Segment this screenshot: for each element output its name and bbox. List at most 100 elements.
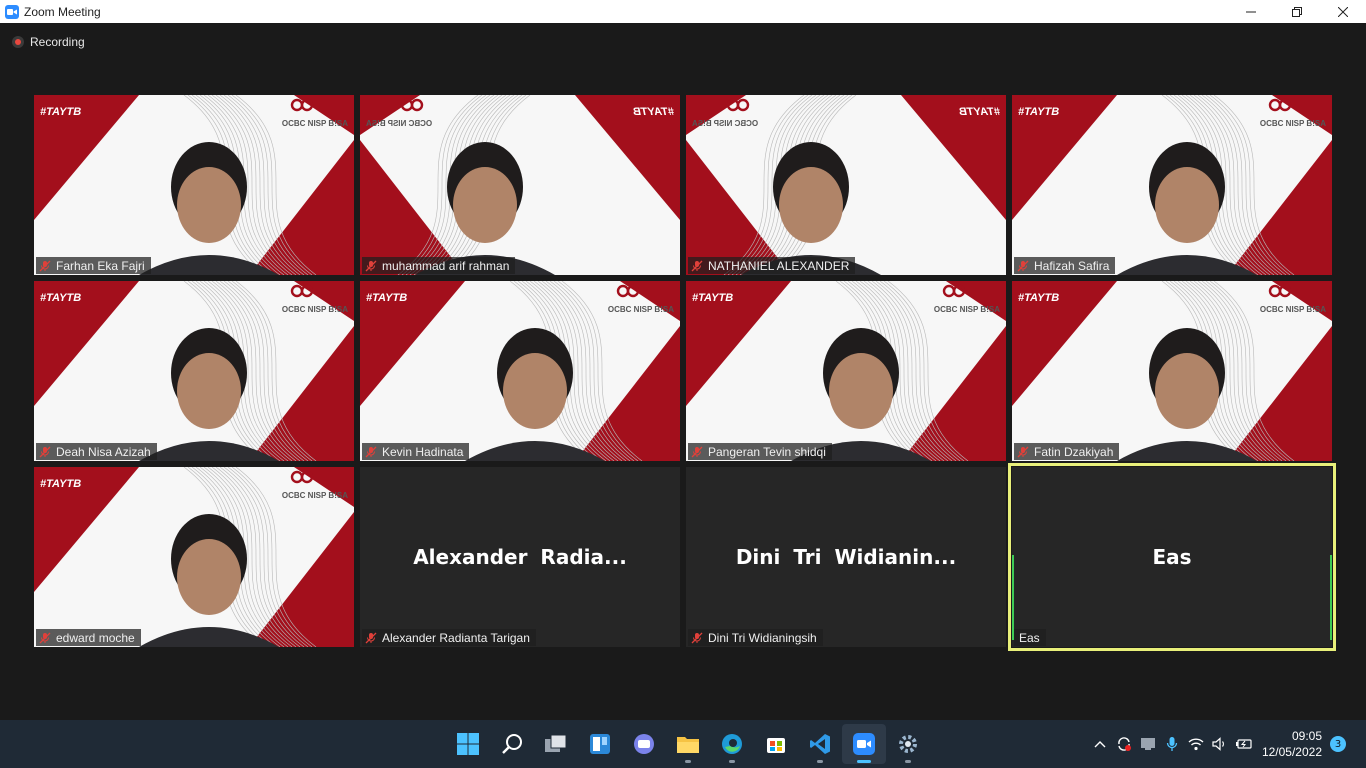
participant-name-tag: Kevin Hadinata [362, 443, 470, 460]
background-tag-text: #TAYTB [40, 292, 82, 304]
participant-name-tag: Eas [1014, 629, 1046, 646]
task-view-icon [544, 733, 568, 755]
participant-name: Farhan Eka Fajri [56, 258, 145, 273]
participant-name: Deah Nisa Azizah [56, 444, 151, 459]
participant-name-tag: Dini Tri Widianingsih [688, 629, 823, 646]
wifi-icon[interactable] [1184, 732, 1208, 756]
taskbar-task-view-button[interactable] [534, 724, 578, 764]
participant-tile[interactable]: OCBC NISP B!SA #TAYTB NATHANIEL ALEXANDER [686, 95, 1006, 275]
background-tag-text: #TAYTB [632, 106, 674, 118]
participant-tile[interactable]: OCBC NISP B!SA #TAYTB Kevin Hadinata [360, 281, 680, 461]
participant-name-tag: Pangeran Tevin shidqi [688, 443, 832, 460]
background-tag-text: #TAYTB [40, 106, 82, 118]
mic-off-icon [1017, 260, 1029, 272]
participant-tile[interactable]: OCBC NISP B!SA #TAYTB Fatin Dzakiyah [1012, 281, 1332, 461]
recording-indicator[interactable]: Recording [12, 35, 85, 49]
settings-icon [897, 733, 919, 755]
volume-icon[interactable] [1208, 732, 1232, 756]
taskbar-windows-start-button[interactable] [446, 724, 490, 764]
close-button[interactable] [1320, 0, 1366, 23]
running-indicator [729, 760, 735, 763]
background-brand-text: OCBC NISP B!SA [1259, 305, 1326, 314]
notification-badge[interactable]: 3 [1330, 736, 1346, 752]
taskbar-zoom-button[interactable] [842, 724, 886, 764]
background-brand-text: OCBC NISP B!SA [607, 305, 674, 314]
vscode-icon [809, 733, 831, 755]
participant-name-tag: NATHANIEL ALEXANDER [688, 257, 856, 274]
mic-off-icon [1017, 446, 1029, 458]
running-indicator [905, 760, 911, 763]
display-icon[interactable] [1136, 732, 1160, 756]
taskbar-settings-button[interactable] [886, 724, 930, 764]
taskbar-vscode-button[interactable] [798, 724, 842, 764]
search-icon [501, 733, 523, 755]
zoom-icon [853, 733, 875, 755]
participant-tile[interactable]: OCBC NISP B!SA #TAYTB Hafizah Safira [1012, 95, 1332, 275]
microphone-icon[interactable] [1160, 732, 1184, 756]
taskbar: 09:05 12/05/2022 3 [0, 720, 1366, 768]
participant-name: muhammad arif rahman [382, 258, 510, 273]
window-title: Zoom Meeting [24, 4, 101, 19]
video-gallery: OCBC NISP B!SA #TAYTB Farhan Eka Fajri OCB… [34, 95, 1336, 651]
mic-off-icon [691, 632, 703, 644]
taskbar-edge-button[interactable] [710, 724, 754, 764]
recording-label: Recording [30, 35, 85, 49]
minimize-icon [1246, 11, 1256, 12]
widgets-icon [589, 733, 611, 755]
background-brand-text: OCBC NISP B!SA [692, 119, 759, 128]
background-tag-text: #TAYTB [366, 292, 408, 304]
sync-icon[interactable] [1112, 732, 1136, 756]
participant-name-tag: Farhan Eka Fajri [36, 257, 151, 274]
background-tag-text: #TAYTB [958, 106, 1000, 118]
participant-name: NATHANIEL ALEXANDER [708, 258, 850, 273]
chevron-up-icon[interactable] [1088, 732, 1112, 756]
participant-name-tag: edward moche [36, 629, 141, 646]
mic-off-icon [39, 632, 51, 644]
file-explorer-icon [676, 733, 700, 755]
minimize-button[interactable] [1228, 0, 1274, 23]
participant-tile[interactable]: Alexander Radia... Alexander Radianta Tar… [360, 467, 680, 647]
participant-tile[interactable]: OCBC NISP B!SA #TAYTB edward moche [34, 467, 354, 647]
background-tag-text: #TAYTB [692, 292, 734, 304]
mic-off-icon [365, 260, 377, 272]
taskbar-store-button[interactable] [754, 724, 798, 764]
background-brand-text: OCBC NISP B!SA [281, 119, 348, 128]
participant-tile[interactable]: OCBC NISP B!SA #TAYTB Deah Nisa Azizah [34, 281, 354, 461]
participant-display-name: Eas [1152, 545, 1192, 569]
system-tray: 09:05 12/05/2022 3 [1088, 720, 1366, 768]
taskbar-search-button[interactable] [490, 724, 534, 764]
participant-tile[interactable]: OCBC NISP B!SA #TAYTB muhammad arif rahman [360, 95, 680, 275]
mic-off-icon [39, 260, 51, 272]
taskbar-file-explorer-button[interactable] [666, 724, 710, 764]
edge-icon [721, 733, 743, 755]
clock[interactable]: 09:05 12/05/2022 [1262, 728, 1322, 760]
background-brand-text: OCBC NISP B!SA [1259, 119, 1326, 128]
participant-name-tag: Hafizah Safira [1014, 257, 1116, 274]
taskbar-teams-chat-button[interactable] [622, 724, 666, 764]
participant-tile[interactable]: OCBC NISP B!SA #TAYTB Pangeran Tevin shidq… [686, 281, 1006, 461]
participant-name: Kevin Hadinata [382, 444, 464, 459]
participant-name-tag: muhammad arif rahman [362, 257, 516, 274]
participant-display-name: Dini Tri Widianin... [735, 545, 957, 569]
restore-button[interactable] [1274, 0, 1320, 23]
participant-tile[interactable]: OCBC NISP B!SA #TAYTB Farhan Eka Fajri [34, 95, 354, 275]
mic-off-icon [691, 446, 703, 458]
store-icon [765, 733, 787, 755]
background-brand-text: OCBC NISP B!SA [281, 305, 348, 314]
taskbar-widgets-button[interactable] [578, 724, 622, 764]
background-brand-text: OCBC NISP B!SA [281, 491, 348, 500]
active-speaker-indicator [1012, 555, 1014, 640]
mic-off-icon [691, 260, 703, 272]
participant-name: edward moche [56, 630, 135, 645]
mic-off-icon [365, 632, 377, 644]
title-bar: Zoom Meeting [0, 0, 1366, 23]
participant-tile[interactable]: Dini Tri Widianin... Dini Tri Widianingsi… [686, 467, 1006, 647]
close-icon [1338, 6, 1348, 17]
background-tag-text: #TAYTB [1018, 106, 1060, 118]
zoom-app-icon [5, 4, 19, 19]
participant-name: Pangeran Tevin shidqi [708, 444, 826, 459]
participant-tile[interactable]: Eas Eas [1008, 463, 1336, 651]
mic-off-icon [365, 446, 377, 458]
windows-start-icon [457, 733, 479, 755]
battery-icon[interactable] [1232, 732, 1256, 756]
